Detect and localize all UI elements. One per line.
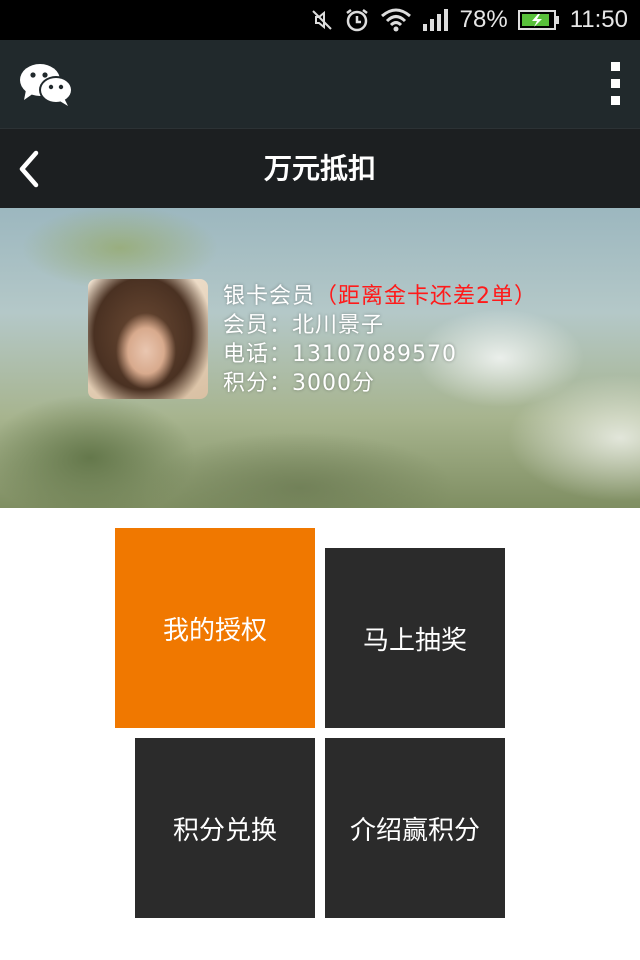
points-exchange-tile[interactable]: 积分兑换 — [135, 738, 315, 918]
member-info: 银卡会员（距离金卡还差2单） 会员：北川景子 电话：13107089570 积分… — [223, 282, 537, 398]
refer-earn-points-tile[interactable]: 介绍赢积分 — [325, 738, 505, 918]
my-authorization-tile[interactable]: 我的授权 — [115, 528, 315, 728]
upgrade-hint: （距离金卡还差2单） — [315, 284, 538, 309]
mute-icon — [310, 8, 334, 32]
alarm-icon — [344, 7, 370, 33]
battery-percent: 78% — [459, 6, 508, 33]
app-bar — [0, 40, 640, 128]
page-title: 万元抵扣 — [263, 152, 376, 185]
member-name: 会员：北川景子 — [223, 313, 385, 338]
wifi-icon — [380, 8, 412, 32]
signal-icon — [422, 8, 450, 32]
member-level: 银卡会员 — [223, 284, 316, 309]
title-bar: 万元抵扣 — [0, 128, 640, 209]
more-vertical-icon[interactable] — [608, 62, 622, 106]
lottery-tile[interactable]: 马上抽奖 — [325, 548, 505, 728]
member-level-line: 银卡会员（距离金卡还差2单） — [223, 282, 537, 311]
battery-charging-icon — [517, 9, 560, 31]
member-banner: 银卡会员（距离金卡还差2单） 会员：北川景子 电话：13107089570 积分… — [0, 208, 640, 508]
wechat-logo-icon[interactable] — [18, 60, 74, 108]
avatar — [88, 279, 208, 399]
clock-time: 11:50 — [569, 6, 628, 33]
status-bar: 78% 11:50 — [0, 0, 640, 40]
member-points: 积分：3000分 — [223, 371, 375, 396]
member-phone: 电话：13107089570 — [223, 342, 457, 367]
